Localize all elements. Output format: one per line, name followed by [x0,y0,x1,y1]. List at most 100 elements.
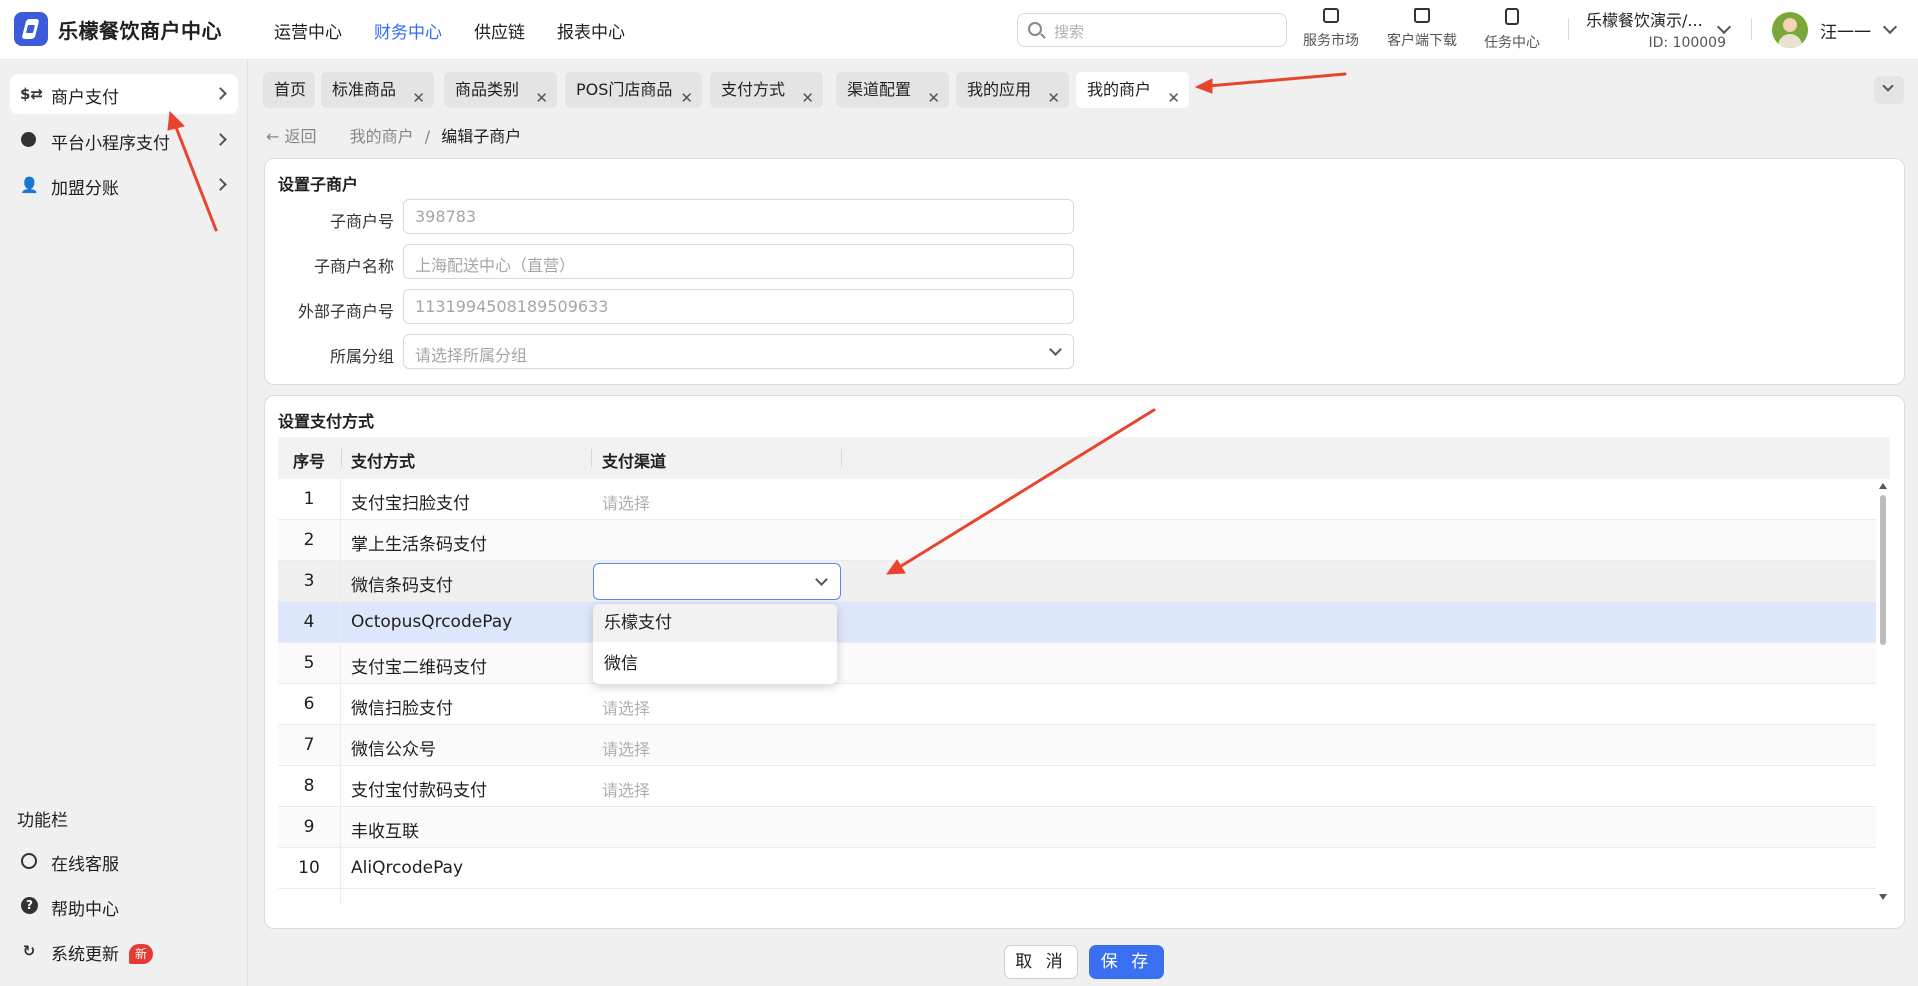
row-method: 微信公众号 [351,740,436,760]
sidebar-item-merchant-payment[interactable]: $⇄ 商户支付 [10,74,238,114]
clipboard-check-icon [1505,8,1519,25]
row-method: 支付宝付款码支付 [351,781,487,801]
payment-title: 设置支付方式 [278,412,375,431]
user-name[interactable]: 汪一一 [1820,18,1871,43]
sub-merchant-name-field[interactable]: 上海配送中心（直营） [403,244,1074,279]
close-icon[interactable]: ✕ [927,80,940,116]
close-icon[interactable]: ✕ [801,80,814,116]
tab-pos-store-goods[interactable]: POS门店商品 ✕ [565,72,702,108]
table-row[interactable]: 1 支付宝扫脸支付 请选择 [278,479,1876,520]
client-download-button[interactable]: 客户端下载 [1377,8,1467,50]
sub-merchant-title: 设置子商户 [278,175,359,194]
service-market-button[interactable]: 服务市场 [1286,8,1376,50]
tab-home[interactable]: 首页 [263,72,315,108]
row-no [278,889,341,905]
task-center-button[interactable]: 任务中心 [1467,8,1557,52]
nav-reports[interactable]: 报表中心 [557,18,625,43]
chevron-down-icon [1049,343,1062,356]
org-switcher[interactable]: 乐檬餐饮演示/... ID: 100009 [1586,7,1726,51]
table-row[interactable]: 2 掌上生活条码支付 [278,520,1876,561]
row-no: 1 [278,479,341,520]
table-row[interactable]: 3 微信条码支付 [278,561,1876,602]
scroll-down-icon[interactable] [1879,894,1887,900]
table-scrollbar[interactable] [1876,479,1890,905]
field-placeholder: 请选择所属分组 [415,346,528,365]
sidebar-item-help-center[interactable]: ? 帮助中心 [10,886,238,926]
row-no: 9 [278,807,341,848]
tab-payment-methods[interactable]: 支付方式 ✕ [710,72,823,108]
dropdown-option[interactable]: 微信 [593,645,837,683]
close-icon[interactable]: ✕ [412,80,425,116]
row-method: 丰收互联 [351,822,419,842]
tab-standard-goods[interactable]: 标准商品 ✕ [321,72,434,108]
breadcrumb-separator: / [424,127,431,146]
close-icon[interactable]: ✕ [680,80,693,116]
table-row-partial [278,889,1876,905]
close-icon[interactable]: ✕ [1047,80,1060,116]
tab-label: 商品类别 [455,80,520,99]
table-row[interactable]: 8 支付宝付款码支付 请选择 [278,766,1876,807]
table-row[interactable]: 9 丰收互联 [278,807,1876,848]
close-icon[interactable]: ✕ [1167,80,1180,116]
row-no: 5 [278,643,341,684]
org-name: 乐檬餐饮演示/... [1586,11,1703,30]
sidebar-item-label: 商户支付 [51,88,119,108]
tab-label: 支付方式 [721,80,786,99]
tab-goods-category[interactable]: 商品类别 ✕ [444,72,557,108]
tabs-menu-button[interactable] [1874,76,1904,104]
nav-operations[interactable]: 运营中心 [274,18,342,43]
row-no: 8 [278,766,341,807]
sidebar-item-label: 帮助中心 [51,900,119,920]
breadcrumb: ← 返回 我的商户 / 编辑子商户 [266,123,521,147]
channel-select[interactable]: 请选择 [602,777,650,801]
external-merchant-no-field[interactable]: 1131994508189509633 [403,289,1074,324]
back-link[interactable]: ← 返回 [266,127,317,146]
save-button[interactable]: 保 存 [1089,945,1164,979]
scroll-thumb[interactable] [1880,495,1886,645]
cancel-button[interactable]: 取 消 [1004,945,1078,979]
sidebar-item-system-update[interactable]: ↻ 系统更新新 [10,931,238,971]
row-no: 4 [278,602,341,643]
search-input[interactable]: 搜索 [1017,13,1287,47]
header-divider [1568,18,1569,40]
channel-select[interactable]: 请选择 [602,736,650,760]
group-label: 所属分组 [329,347,394,366]
mini-program-icon [21,132,36,147]
user-chevron-down-icon[interactable] [1882,19,1898,35]
top-nav: 运营中心 财务中心 供应链 报表中心 [274,18,625,43]
table-row[interactable]: 6 微信扫脸支付 请选择 [278,684,1876,725]
scroll-up-icon[interactable] [1879,483,1887,489]
channel-dropdown: 乐檬支付 微信 [593,604,837,684]
chevron-right-icon [214,178,227,191]
row-no: 7 [278,725,341,766]
system-update-label: 系统更新 [51,945,119,965]
headset-icon [21,853,37,869]
tab-my-apps[interactable]: 我的应用 ✕ [956,72,1069,108]
sidebar-item-mini-program-payment[interactable]: 平台小程序支付 [10,120,238,160]
row-no: 2 [278,520,341,561]
tab-label: 我的应用 [967,80,1032,99]
service-market-label: 服务市场 [1303,33,1359,49]
sidebar-item-franchise-split[interactable]: 👤 加盟分账 [10,165,238,205]
table-row[interactable]: 4 OctopusQrcodePay [278,602,1876,643]
row-method: 微信扫脸支付 [351,699,453,719]
nav-supply-chain[interactable]: 供应链 [474,18,525,43]
table-header: 序号 支付方式 支付渠道 [278,437,1890,479]
sidebar-item-online-service[interactable]: 在线客服 [10,841,238,881]
tab-channel-config[interactable]: 渠道配置 ✕ [836,72,949,108]
breadcrumb-parent[interactable]: 我的商户 [350,127,414,146]
close-icon[interactable]: ✕ [535,80,548,116]
channel-select[interactable]: 请选择 [602,490,650,514]
sub-merchant-no-field[interactable]: 398783 [403,199,1074,234]
dropdown-option[interactable]: 乐檬支付 [593,604,837,642]
nav-finance[interactable]: 财务中心 [374,18,442,43]
channel-select-open[interactable] [593,563,841,600]
table-row[interactable]: 7 微信公众号 请选择 [278,725,1876,766]
table-row[interactable]: 10 AliQrcodePay [278,848,1876,889]
table-row[interactable]: 5 支付宝二维码支付 [278,643,1876,684]
tab-my-merchants[interactable]: 我的商户 ✕ [1076,72,1189,108]
chevron-down-icon [815,573,828,586]
channel-select[interactable]: 请选择 [602,695,650,719]
group-select[interactable]: 请选择所属分组 [403,334,1074,369]
avatar[interactable] [1772,12,1808,48]
